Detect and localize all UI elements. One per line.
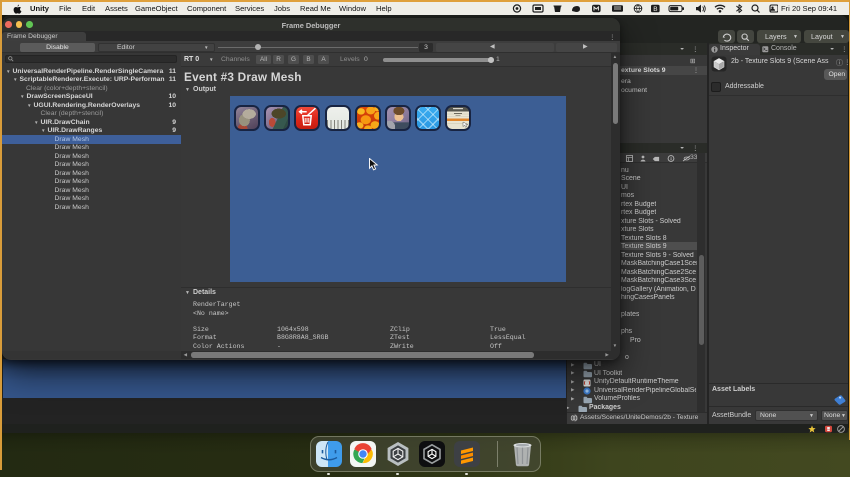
svg-text:B: B [653,6,657,13]
